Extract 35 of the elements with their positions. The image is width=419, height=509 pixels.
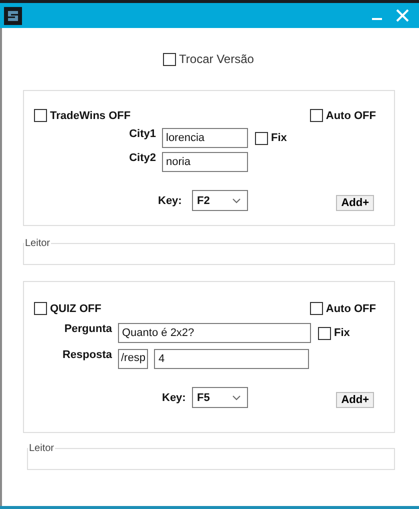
chevron-down-icon: [232, 394, 241, 400]
chevron-down-icon: [232, 198, 241, 204]
checkbox[interactable]: [255, 132, 268, 144]
field-label: Pergunta: [63, 323, 113, 335]
add-button[interactable]: Add+: [336, 392, 374, 408]
field-label: City2: [128, 152, 157, 164]
close-icon[interactable]: [396, 9, 409, 22]
checkbox[interactable]: [310, 302, 323, 315]
checkbox[interactable]: [34, 302, 47, 315]
checkbox-label: Fix: [334, 327, 350, 339]
answer-field[interactable]: 4: [154, 349, 310, 369]
checkbox-label: Trocar Versão: [179, 52, 254, 66]
key-dropdown[interactable]: F5: [192, 387, 248, 408]
checkbox-label: Auto OFF: [326, 110, 376, 122]
checkbox[interactable]: [310, 109, 323, 122]
checkbox-label: Auto OFF: [326, 302, 376, 314]
field-label: Resposta: [61, 349, 113, 361]
checkbox-label: TradeWins OFF: [50, 110, 131, 122]
field-label: City1: [128, 128, 157, 140]
command-prefix: /resp: [118, 349, 148, 369]
checkbox[interactable]: [318, 326, 331, 340]
key-dropdown[interactable]: F2: [192, 190, 248, 211]
text-field[interactable]: lorencia: [162, 128, 248, 148]
panel-title: Leitor: [24, 238, 52, 249]
checkbox[interactable]: [34, 109, 47, 122]
text-field[interactable]: noria: [162, 152, 248, 172]
question-field[interactable]: Quanto é 2x2?: [118, 323, 311, 343]
key-label: Key:: [158, 194, 183, 206]
checkbox-label: QUIZ OFF: [50, 302, 102, 314]
checkbox-label: Fix: [271, 132, 287, 144]
checkbox[interactable]: [163, 52, 176, 66]
panel-title: Leitor: [28, 443, 56, 454]
app-logo-icon: [4, 6, 22, 24]
key-label: Key:: [162, 392, 187, 404]
add-button[interactable]: Add+: [336, 194, 374, 210]
